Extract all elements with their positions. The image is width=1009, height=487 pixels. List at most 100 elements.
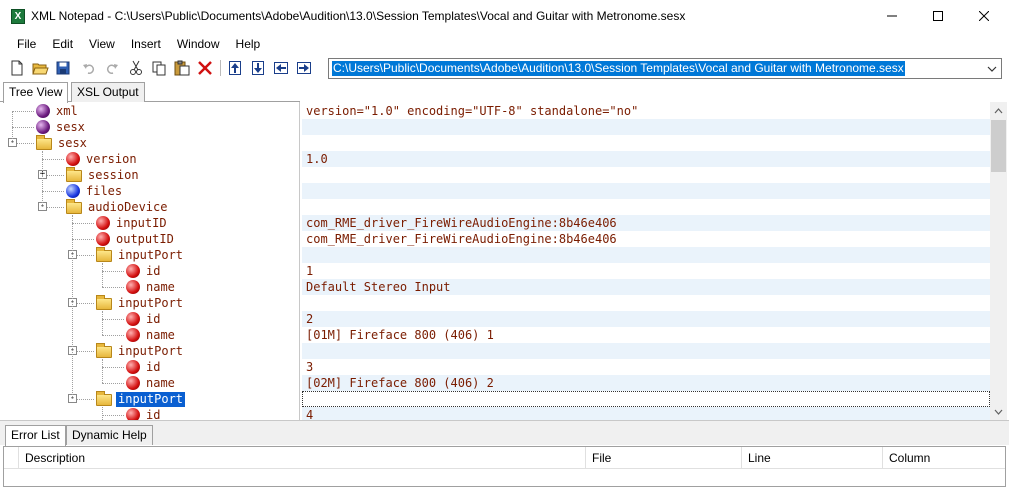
tree-node[interactable]: inputPort [96, 343, 185, 359]
menu-help[interactable]: Help [228, 34, 269, 54]
tree-node[interactable]: sesx [36, 135, 89, 151]
tree-node[interactable]: session [66, 167, 141, 183]
close-button[interactable] [961, 0, 1007, 32]
scroll-thumb[interactable] [991, 120, 1006, 172]
tree-node[interactable]: name [126, 327, 177, 343]
undo-button[interactable] [80, 59, 98, 77]
nudge-left-button[interactable] [272, 59, 290, 77]
folder-icon [96, 247, 112, 262]
location-path-text[interactable]: C:\Users\Public\Documents\Adobe\Audition… [332, 61, 905, 76]
tree-node-label: id [146, 359, 161, 374]
tree-node[interactable]: id [126, 407, 162, 420]
value-row[interactable]: 3 [302, 359, 990, 375]
tree-node[interactable]: name [126, 279, 177, 295]
column-header-description[interactable]: Description [18, 447, 585, 469]
chevron-up-icon [994, 107, 1003, 113]
value-row[interactable]: com_RME_driver_FireWireAudioEngine:8b46e… [302, 231, 990, 247]
dropdown-button[interactable] [984, 61, 999, 76]
tree-connector [72, 223, 94, 224]
tree-node[interactable]: xml [36, 103, 80, 119]
value-row[interactable] [302, 183, 990, 199]
tree-node[interactable]: inputPort [96, 247, 185, 263]
tree-node[interactable]: id [126, 311, 162, 327]
open-button[interactable] [31, 59, 49, 77]
minimize-button[interactable] [869, 0, 915, 32]
value-row[interactable]: [02M] Fireface 800 (406) 2 [302, 375, 990, 391]
toolbar: C:\Users\Public\Documents\Adobe\Audition… [0, 56, 1009, 80]
copy-button[interactable] [150, 59, 168, 77]
tree-node[interactable]: inputPort [96, 295, 185, 311]
text-node-icon [66, 184, 80, 198]
new-file-button[interactable] [8, 59, 26, 77]
value-row[interactable]: 2 [302, 311, 990, 327]
element-icon [126, 264, 140, 278]
tree-node-label: name [146, 279, 175, 294]
value-row[interactable]: version="1.0" encoding="UTF-8" standalon… [302, 103, 990, 119]
menu-edit[interactable]: Edit [44, 34, 81, 54]
tree-connector [102, 287, 124, 288]
nudge-up-button[interactable] [226, 59, 244, 77]
column-header-column[interactable]: Column [882, 447, 1005, 469]
tree-node[interactable]: name [126, 375, 177, 391]
tree-node[interactable]: outputID [96, 231, 176, 247]
folder-icon [66, 167, 82, 182]
value-row[interactable]: 1.0 [302, 151, 990, 167]
maximize-button[interactable] [915, 0, 961, 32]
tab-tree-view[interactable]: Tree View [3, 82, 69, 103]
tree-node[interactable]: sesx [36, 119, 87, 135]
scroll-up-button[interactable] [990, 102, 1007, 119]
tree-connector [72, 215, 73, 399]
paste-button[interactable] [173, 59, 191, 77]
tree-node-label: inputPort [118, 295, 184, 310]
tree-node[interactable]: id [126, 263, 162, 279]
redo-button[interactable] [103, 59, 121, 77]
nudge-right-icon [297, 62, 311, 74]
tree-node[interactable]: files [66, 183, 124, 199]
value-row[interactable] [302, 391, 990, 407]
value-row[interactable]: com_RME_driver_FireWireAudioEngine:8b46e… [302, 215, 990, 231]
redo-icon [106, 64, 118, 74]
value-row[interactable]: Default Stereo Input [302, 279, 990, 295]
tab-xsl-output[interactable]: XSL Output [71, 82, 145, 102]
value-row[interactable]: [01M] Fireface 800 (406) 1 [302, 327, 990, 343]
value-row[interactable] [302, 135, 990, 151]
minimize-icon [887, 15, 897, 17]
value-row[interactable] [302, 247, 990, 263]
delete-button[interactable] [196, 59, 214, 77]
tab-dynamic-help[interactable]: Dynamic Help [66, 425, 153, 445]
tree-connector [42, 151, 43, 207]
window-title: XML Notepad - C:\Users\Public\Documents\… [31, 9, 686, 23]
view-tabs: Tree View XSL Output [0, 82, 300, 103]
nudge-down-button[interactable] [249, 59, 267, 77]
menu-file[interactable]: File [9, 34, 44, 54]
value-row[interactable]: 4 [302, 407, 990, 420]
column-header-line[interactable]: Line [741, 447, 882, 469]
menu-insert[interactable]: Insert [123, 34, 169, 54]
tree-node[interactable]: id [126, 359, 162, 375]
value-row[interactable]: 1 [302, 263, 990, 279]
vertical-scrollbar[interactable] [990, 102, 1007, 420]
location-combobox[interactable]: C:\Users\Public\Documents\Adobe\Audition… [328, 58, 1002, 79]
nudge-right-button[interactable] [295, 59, 313, 77]
tab-error-list[interactable]: Error List [5, 425, 66, 446]
save-button[interactable] [54, 59, 72, 77]
error-list-grid: Description File Line Column [3, 446, 1006, 487]
tree-node[interactable]: inputID [96, 215, 169, 231]
element-icon [126, 280, 140, 294]
cut-button[interactable] [127, 59, 145, 77]
value-row[interactable] [302, 343, 990, 359]
tree-view-pane[interactable]: xml sesx - sesx version + session files - audioDe… [0, 102, 300, 420]
tree-node[interactable]: inputPort [96, 391, 186, 407]
value-row[interactable] [302, 295, 990, 311]
column-header-file[interactable]: File [585, 447, 741, 469]
node-value-pane[interactable]: version="1.0" encoding="UTF-8" standalon… [302, 102, 990, 420]
value-row[interactable] [302, 199, 990, 215]
scroll-down-button[interactable] [990, 403, 1007, 420]
menu-view[interactable]: View [81, 34, 123, 54]
tree-node[interactable]: audioDevice [66, 199, 169, 215]
value-row[interactable] [302, 167, 990, 183]
maximize-icon [933, 11, 943, 21]
menu-window[interactable]: Window [169, 34, 228, 54]
tree-node[interactable]: version [66, 151, 139, 167]
value-row[interactable] [302, 119, 990, 135]
